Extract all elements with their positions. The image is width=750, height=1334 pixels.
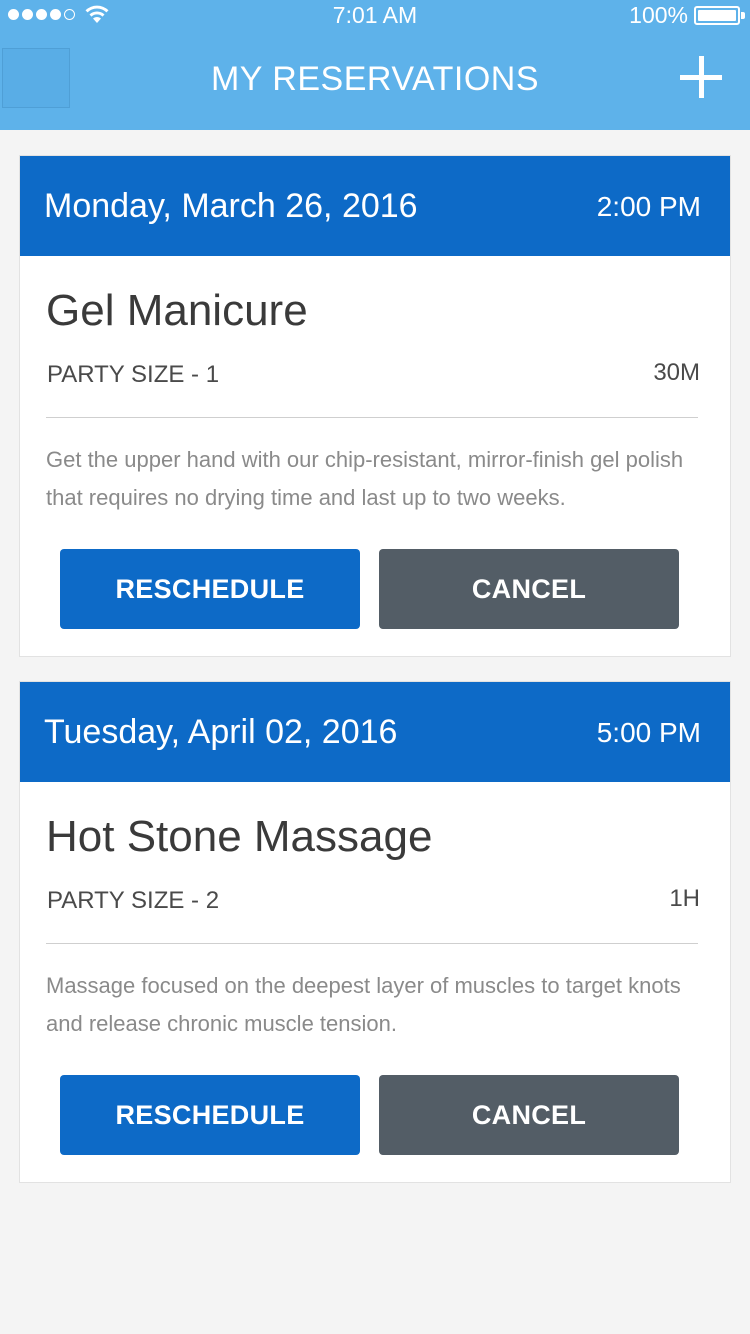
page-title: MY RESERVATIONS (210, 60, 540, 98)
reschedule-button[interactable]: RESCHEDULE (60, 549, 360, 629)
reservation-time: 2:00 PM (596, 191, 701, 222)
reschedule-button[interactable]: RESCHEDULE (60, 1075, 360, 1155)
cancel-button[interactable]: CANCEL (379, 1075, 679, 1155)
reservation-header: Tuesday, April 02, 2016 5:00 PM (20, 682, 730, 782)
battery-percent: 100% (629, 2, 688, 28)
duration: 30M (653, 359, 700, 386)
service-description: Massage focused on the deepest layer of … (46, 973, 681, 1036)
reservation-date: Tuesday, April 02, 2016 (44, 713, 398, 751)
reservation-card: Tuesday, April 02, 2016 5:00 PM Hot Ston… (19, 681, 731, 1183)
party-size: PARTY SIZE - 2 (47, 887, 220, 914)
duration: 1H (669, 885, 700, 912)
reservation-date: Monday, March 26, 2016 (44, 187, 418, 225)
reservation-card: Monday, March 26, 2016 2:00 PM Gel Manic… (19, 155, 731, 657)
reservation-body: Hot Stone Massage PARTY SIZE - 2 1H Mass… (20, 782, 730, 1182)
plus-icon[interactable] (680, 56, 722, 98)
reservation-body: Gel Manicure PARTY SIZE - 1 30M Get the … (20, 256, 730, 656)
service-name: Gel Manicure (46, 286, 308, 335)
service-description: Get the upper hand with our chip-resista… (46, 447, 684, 510)
party-size: PARTY SIZE - 1 (47, 361, 220, 388)
reservation-time: 5:00 PM (596, 717, 701, 748)
reservation-header: Monday, March 26, 2016 2:00 PM (20, 156, 730, 256)
battery-icon (694, 6, 740, 25)
status-bar: 7:01 AM 100% (0, 0, 750, 30)
cancel-button[interactable]: CANCEL (379, 549, 679, 629)
battery-tip (741, 12, 745, 19)
navigation-bar: MY RESERVATIONS (0, 30, 750, 130)
service-name: Hot Stone Massage (46, 812, 433, 861)
divider (46, 943, 698, 944)
divider (46, 417, 698, 418)
